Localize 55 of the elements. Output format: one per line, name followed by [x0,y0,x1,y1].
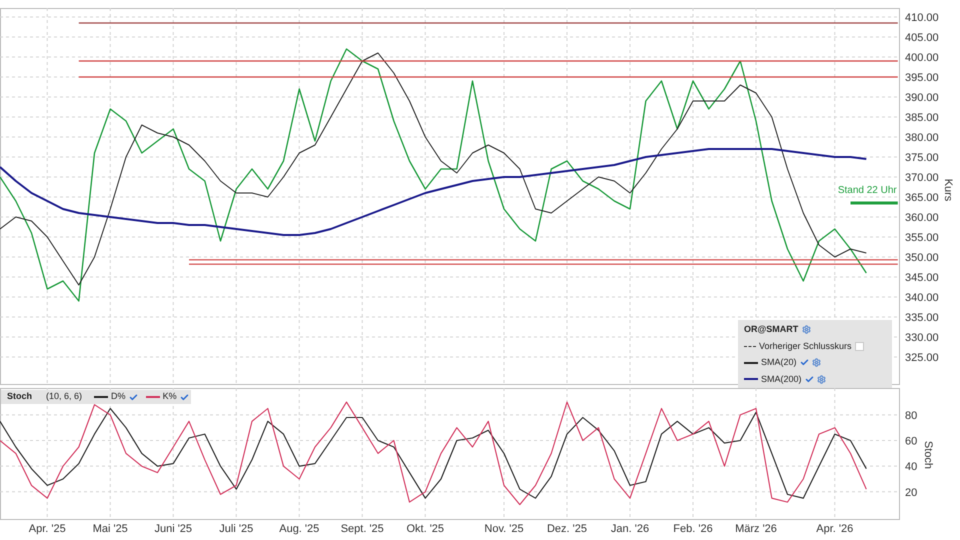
axis-label: 380.00 [905,132,939,144]
axis-label: 345.00 [905,272,939,284]
axis-label: 405.00 [905,32,939,44]
axis-label: 375.00 [905,152,939,164]
legend-params: (10, 6, 6) [46,390,82,404]
checkbox[interactable] [804,374,814,384]
axis-label: 40 [905,461,918,474]
settings-icon[interactable] [802,325,812,334]
axis-label: Aug. '25 [279,523,320,535]
checkbox[interactable] [180,392,189,402]
settings-icon[interactable] [812,358,821,368]
axis-label: Juni '25 [154,523,192,535]
settings-icon[interactable] [816,374,826,384]
axis-label: 410.00 [905,12,939,24]
axis-label: 350.00 [905,252,939,264]
axis-title: Kurs [942,178,954,202]
axis-label: 20 [905,486,918,499]
axis-label: Feb. '26 [673,523,713,535]
axis-label: 370.00 [905,172,939,184]
checkbox[interactable] [854,342,864,351]
legend-label: K% [162,390,177,404]
axis-label: 355.00 [905,232,939,244]
axis-label: Okt. '25 [406,523,444,535]
axis-label: Apr. '25 [28,523,66,535]
checkbox[interactable] [800,358,809,368]
legend-label: D% [111,390,126,404]
marker-label: Stand 22 Uhr [838,185,897,196]
axis-label: Jan. '26 [610,523,650,535]
axis-label: 385.00 [905,112,939,124]
axis-label: 60 [905,436,918,448]
axis-label: 330.00 [905,332,939,344]
axis-label: Sept. '25 [340,523,384,535]
axis-label: 80 [905,410,918,422]
axis-label: 325.00 [905,352,939,364]
axis-label: Mai '25 [92,523,128,535]
axis-label: Dez. '25 [547,523,587,535]
legend-label: SMA(20) [761,356,797,369]
legend-title: OR@SMART [744,323,798,336]
axis-label: 395.00 [905,72,939,84]
legend-label: SMA(200) [761,372,802,386]
axis-label: Apr. '26 [816,523,854,535]
axis-label: März '26 [735,523,777,535]
axis-label: 360.00 [905,212,939,224]
axis-label: Nov. '25 [484,523,524,535]
legend-label: Vorheriger Schlusskurs [759,340,852,353]
legend-title: Stoch [7,390,32,404]
axis-label: 340.00 [905,292,939,304]
axis-label: 335.00 [905,312,939,324]
checkbox[interactable] [128,392,138,402]
axis-title: Stoch [922,440,934,470]
axis-label: Juli '25 [219,523,254,535]
axis-label: 400.00 [905,52,939,64]
axis-label: 365.00 [905,192,939,204]
marker-line [850,202,898,204]
axis-label: 390.00 [905,92,939,104]
